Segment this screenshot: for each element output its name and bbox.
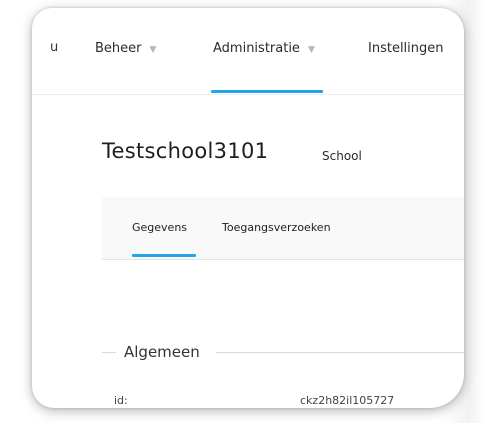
section-divider bbox=[216, 352, 464, 353]
active-nav-indicator bbox=[211, 90, 323, 93]
section-title: Algemeen bbox=[124, 343, 200, 361]
section-divider bbox=[102, 352, 116, 353]
top-navigation: u Beheer ▼ Administratie ▼ Instellingen bbox=[32, 8, 464, 95]
tab-gegevens[interactable]: Gegevens bbox=[132, 221, 187, 234]
nav-item-administratie[interactable]: Administratie ▼ bbox=[213, 41, 315, 56]
nav-item-label: Administratie bbox=[213, 41, 300, 56]
field-label-id: id: bbox=[114, 394, 128, 407]
active-tab-indicator bbox=[132, 254, 196, 257]
page-subtitle: School bbox=[322, 149, 362, 163]
nav-item-instellingen[interactable]: Instellingen bbox=[368, 41, 444, 56]
nav-item-label: Beheer bbox=[95, 41, 142, 56]
nav-item-partial[interactable]: u bbox=[50, 40, 58, 55]
chevron-down-icon: ▼ bbox=[149, 44, 157, 55]
tab-toegangsverzoeken[interactable]: Toegangsverzoeken bbox=[222, 221, 331, 234]
chevron-down-icon: ▼ bbox=[307, 44, 315, 55]
field-value-id: ckz2h82il105727 bbox=[300, 394, 395, 407]
app-window: u Beheer ▼ Administratie ▼ Instellingen … bbox=[32, 8, 464, 408]
page-title: Testschool3101 bbox=[102, 139, 269, 163]
nav-item-label: Instellingen bbox=[368, 41, 444, 56]
tab-bar: Gegevens Toegangsverzoeken bbox=[102, 197, 464, 260]
nav-item-beheer[interactable]: Beheer ▼ bbox=[95, 41, 156, 56]
